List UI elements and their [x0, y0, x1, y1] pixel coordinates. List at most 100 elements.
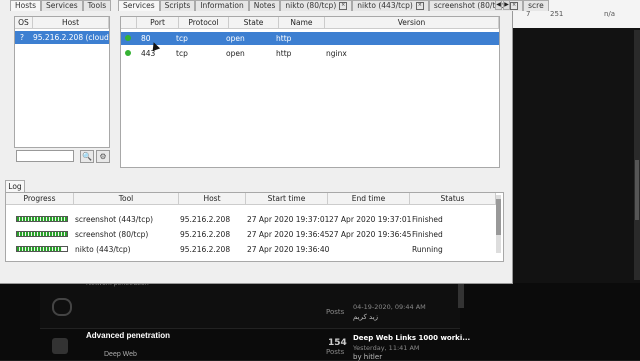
hosts-panel: OS Host ? 95.216.2.208 (cloud2... [14, 16, 110, 148]
tab-notes[interactable]: Notes [248, 0, 281, 11]
services-col-version[interactable]: Version [325, 17, 499, 29]
service-row[interactable]: 80 tcp open http [121, 32, 499, 45]
tab-hosts[interactable]: Hosts [10, 0, 41, 11]
tab-information[interactable]: Information [195, 0, 249, 11]
log-tool: screenshot (80/tcp) [75, 230, 149, 239]
log-host: 95.216.2.208 [180, 230, 231, 239]
scanner-app-window: Hosts Services Tools OS Host ? 95.216.2.… [0, 0, 549, 284]
log-host: 95.216.2.208 [180, 245, 231, 254]
forum-posts-label-top: Posts [326, 308, 345, 316]
hosts-filter-input[interactable] [16, 150, 74, 162]
service-protocol: tcp [176, 49, 188, 58]
forum-category-icon [52, 338, 68, 354]
stat-2: 251 [550, 10, 564, 18]
settings-icon[interactable]: ⚙ [96, 150, 110, 163]
log-col-progress[interactable]: Progress [6, 193, 74, 205]
tab-nikto-80-label: nikto (80/tcp) [285, 1, 337, 10]
log-row[interactable]: screenshot (443/tcp) 95.216.2.208 27 Apr… [6, 213, 496, 226]
log-host: 95.216.2.208 [180, 215, 231, 224]
tab-tools[interactable]: Tools [82, 0, 112, 11]
service-state: open [226, 34, 245, 43]
log-row[interactable]: nikto (443/tcp) 95.216.2.208 27 Apr 2020… [6, 243, 496, 256]
search-icon[interactable]: 🔍 [80, 150, 94, 163]
webpage-right-area [512, 28, 640, 283]
log-col-end-time[interactable]: End time [328, 193, 410, 205]
host-row[interactable]: ? 95.216.2.208 (cloud2... [15, 31, 109, 44]
log-tool: screenshot (443/tcp) [75, 215, 154, 224]
left-tabbar: Hosts Services Tools [10, 0, 112, 11]
services-col-name[interactable]: Name [279, 17, 325, 29]
service-row[interactable]: 443 tcp open http nginx [121, 47, 499, 60]
forum-divider [458, 283, 464, 308]
log-col-tool[interactable]: Tool [74, 193, 179, 205]
log-start: 27 Apr 2020 19:37:01 [247, 215, 330, 224]
forum-icon [52, 298, 72, 316]
page-scrollbar[interactable] [634, 30, 640, 280]
services-col-icon[interactable] [121, 17, 137, 29]
log-start: 27 Apr 2020 19:36:45 [247, 230, 330, 239]
services-col-state[interactable]: State [229, 17, 279, 29]
tab-nikto-443[interactable]: nikto (443/tcp) × [352, 0, 429, 11]
log-col-start-time[interactable]: Start time [246, 193, 328, 205]
services-panel: Port Protocol State Name Version 80 tcp … [120, 16, 500, 168]
progress-bar [16, 231, 68, 237]
tab-services[interactable]: Services [40, 0, 83, 11]
stat-3: n/a [604, 10, 616, 18]
log-row[interactable]: screenshot (80/tcp) 95.216.2.208 27 Apr … [6, 228, 496, 241]
log-tool: nikto (443/tcp) [75, 245, 131, 254]
service-name: http [276, 34, 292, 43]
status-open-icon [125, 35, 131, 41]
last-post-date: Yesterday, 11:41 AM [353, 344, 420, 352]
service-version: nginx [326, 49, 347, 58]
tab-services-right[interactable]: Services [118, 0, 160, 11]
progress-fill [17, 247, 62, 251]
log-col-status[interactable]: Status [410, 193, 496, 205]
close-icon[interactable]: × [510, 2, 519, 10]
service-state: open [226, 49, 245, 58]
right-tabbar: Services Scripts Information Notes nikto… [118, 0, 549, 11]
hosts-col-host[interactable]: Host [33, 17, 109, 29]
log-end: 27 Apr 2020 19:36:45 [329, 230, 412, 239]
log-scrollbar[interactable] [496, 195, 501, 253]
host-address: 95.216.2.208 (cloud2... [33, 33, 109, 42]
tab-log[interactable]: Log [5, 180, 25, 192]
hosts-col-os[interactable]: OS [15, 17, 33, 29]
page-scrollbar-thumb[interactable] [635, 160, 639, 220]
last-post-title[interactable]: Deep Web Links 1000 worki... [353, 334, 470, 342]
log-status: Running [412, 245, 443, 254]
log-end: 27 Apr 2020 19:37:01 [329, 215, 412, 224]
service-name: http [276, 49, 292, 58]
forum-listing: Network penetration Posts 04-19-2020, 09… [0, 280, 640, 361]
close-icon[interactable]: × [415, 2, 424, 10]
close-icon[interactable]: × [339, 2, 348, 10]
services-col-protocol[interactable]: Protocol [179, 17, 229, 29]
tab-scripts[interactable]: Scripts [159, 0, 196, 11]
log-scrollbar-thumb[interactable] [496, 199, 501, 235]
forum-separator [40, 328, 460, 329]
forum-top-user[interactable]: زيد كريم [353, 313, 378, 321]
service-protocol: tcp [176, 34, 188, 43]
forum-top-date: 04-19-2020, 09:44 AM [353, 303, 426, 311]
forum-posts-count: 154 [328, 338, 347, 348]
tab-scroll-left-icon[interactable]: ◀ [495, 0, 502, 10]
host-os: ? [20, 33, 24, 42]
tab-nikto-443-label: nikto (443/tcp) [357, 1, 413, 10]
progress-fill [17, 217, 67, 221]
progress-bar [16, 246, 68, 252]
status-open-icon [125, 50, 131, 56]
stat-1: 7 [526, 10, 531, 18]
log-start: 27 Apr 2020 19:36:40 [247, 245, 330, 254]
tab-scroll-right-icon[interactable]: ▶ [503, 0, 510, 10]
log-col-host[interactable]: Host [179, 193, 246, 205]
forum-posts-label: Posts [326, 348, 345, 356]
subforum-deep-web[interactable]: Deep Web [104, 351, 137, 358]
log-status: Finished [412, 230, 443, 239]
progress-fill [17, 232, 67, 236]
tab-screenshot-more[interactable]: scre [523, 0, 549, 11]
services-col-port[interactable]: Port [137, 17, 179, 29]
log-status: Finished [412, 215, 443, 224]
tab-nikto-80[interactable]: nikto (80/tcp) × [280, 0, 353, 11]
forum-section-title[interactable]: Advanced penetration [86, 331, 170, 340]
progress-bar [16, 216, 68, 222]
log-panel: Progress Tool Host Start time End time S… [5, 192, 504, 262]
